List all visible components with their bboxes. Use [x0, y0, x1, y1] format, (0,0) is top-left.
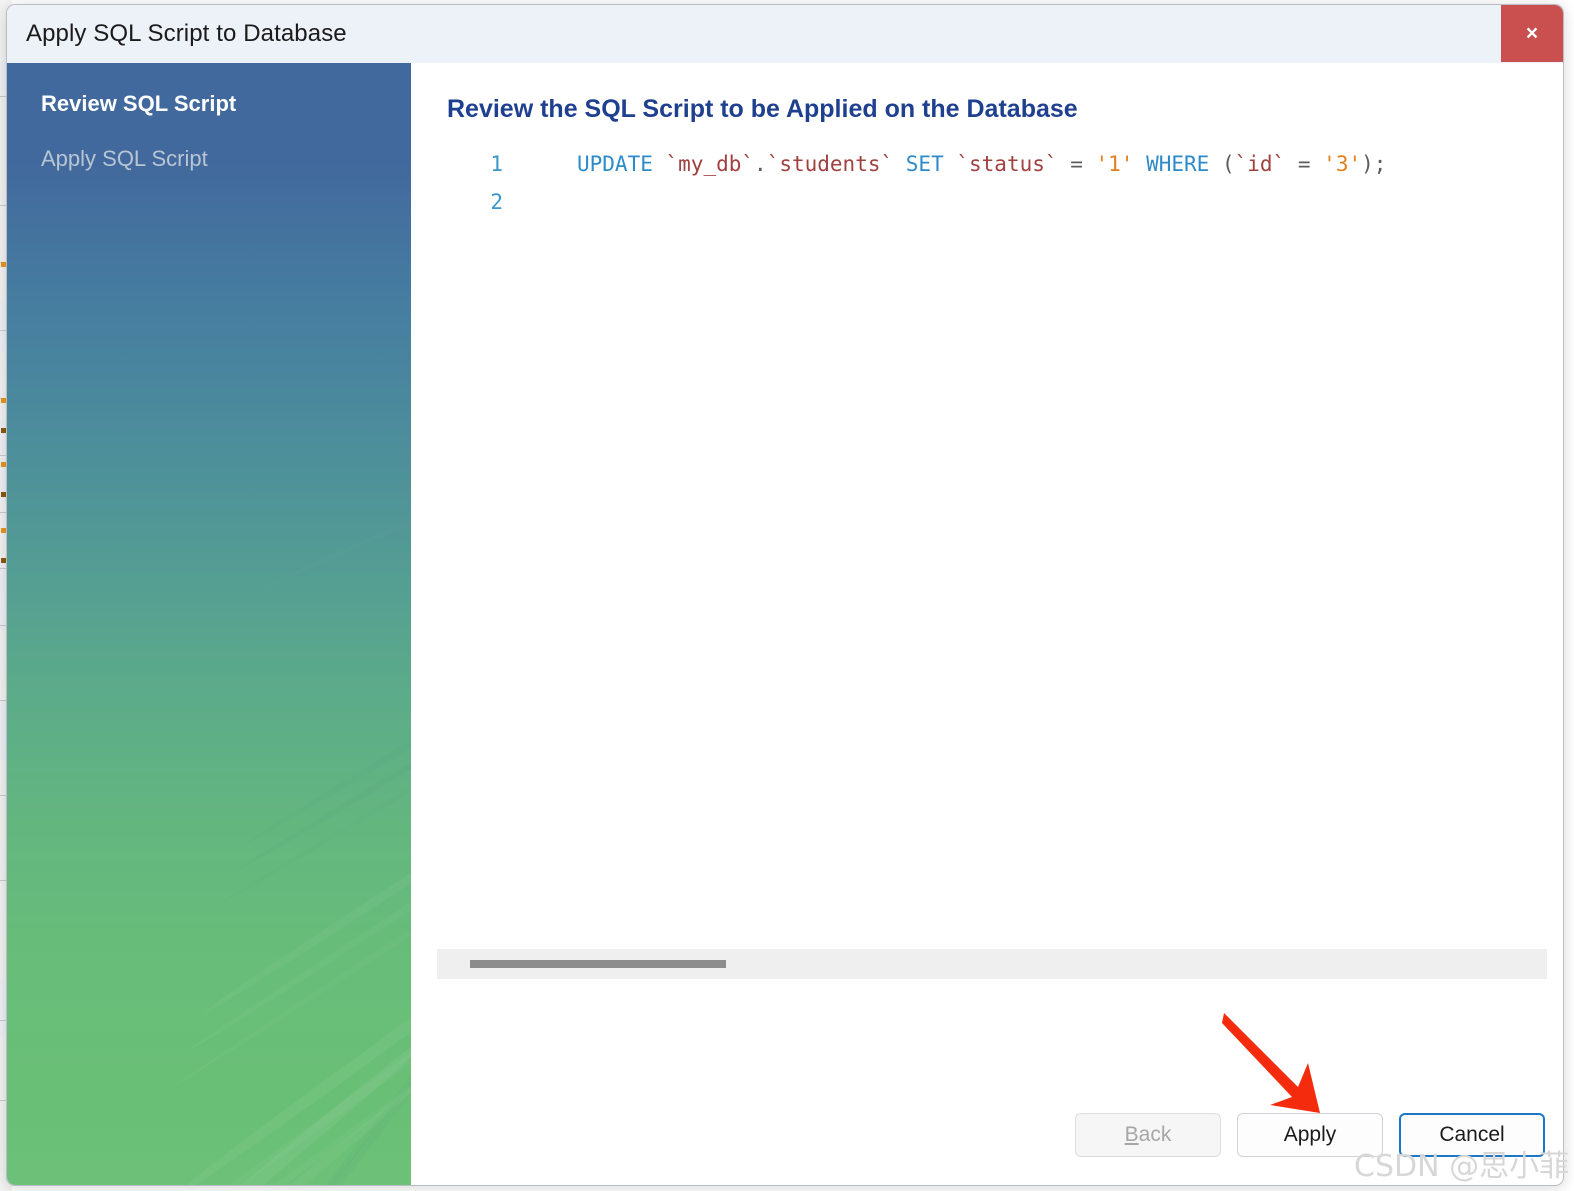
code-line: 2	[411, 183, 1563, 221]
horizontal-scrollbar[interactable]	[437, 949, 1547, 979]
sidebar-streak	[200, 753, 411, 1018]
close-icon[interactable]: ×	[1501, 5, 1563, 62]
horizontal-scrollbar-thumb[interactable]	[470, 960, 726, 968]
sidebar-streak	[174, 815, 411, 1087]
code-line: 1 UPDATE `my_db`.`students` SET `status` …	[411, 145, 1563, 183]
dialog-content: Review the SQL Script to be Applied on t…	[411, 63, 1563, 1185]
line-number: 1	[490, 152, 503, 176]
sidebar-streak	[138, 966, 411, 1185]
wizard-sidebar: Review SQL Script Apply SQL Script	[7, 63, 411, 1185]
sidebar-streak	[219, 675, 411, 906]
sidebar-streak	[150, 929, 411, 1185]
sidebar-streak	[162, 892, 411, 1185]
sidebar-item-label: Apply SQL Script	[41, 146, 208, 171]
back-button-label: Back	[1124, 1123, 1172, 1146]
sidebar-streak	[104, 1064, 411, 1185]
apply-button-label: Apply	[1283, 1123, 1337, 1146]
dialog-titlebar: Apply SQL Script to Database ×	[7, 5, 1563, 63]
cancel-button[interactable]: Cancel	[1399, 1113, 1545, 1157]
dialog-button-row: Back Apply Cancel	[411, 1113, 1563, 1161]
sidebar-item-label: Review SQL Script	[41, 91, 237, 116]
sidebar-item-review-sql-script[interactable]: Review SQL Script	[7, 81, 411, 127]
wizard-step-list: Review SQL Script Apply SQL Script	[7, 63, 411, 182]
sidebar-streak	[260, 1016, 411, 1185]
sidebar-streak	[245, 623, 411, 845]
code-text: UPDATE `my_db`.`students` SET `status` =…	[577, 152, 1387, 176]
dialog-title: Apply SQL Script to Database	[26, 20, 347, 47]
sidebar-streak	[110, 1024, 411, 1185]
sidebar-streak	[248, 1038, 411, 1185]
sidebar-item-apply-sql-script[interactable]: Apply SQL Script	[7, 136, 411, 182]
close-icon-glyph: ×	[1525, 22, 1539, 45]
sidebar-streak	[271, 994, 411, 1185]
apply-sql-script-dialog: Apply SQL Script to Database × Review SQ…	[6, 4, 1564, 1186]
apply-button[interactable]: Apply	[1237, 1113, 1383, 1157]
sidebar-streak	[232, 648, 411, 875]
cancel-button-label: Cancel	[1439, 1123, 1505, 1146]
back-button[interactable]: Back	[1075, 1113, 1221, 1157]
page-title: Review the SQL Script to be Applied on t…	[447, 95, 1078, 123]
sidebar-streak	[188, 786, 411, 1053]
line-number: 2	[490, 190, 503, 214]
sql-script-editor[interactable]: 1 UPDATE `my_db`.`students` SET `status` …	[411, 145, 1563, 945]
sidebar-streak	[262, 463, 411, 590]
sidebar-decoration	[7, 63, 411, 1185]
